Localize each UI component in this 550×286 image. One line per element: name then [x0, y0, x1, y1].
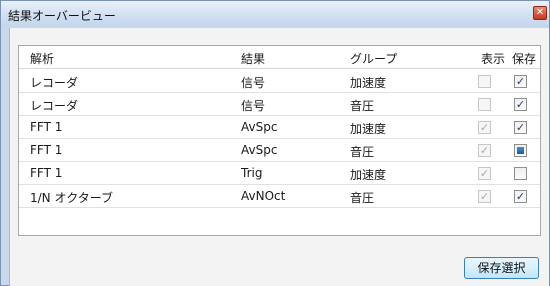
- cell-group: 音圧: [350, 191, 375, 205]
- check-icon: ✓: [515, 121, 526, 134]
- check-icon: ✓: [515, 75, 526, 88]
- table-row[interactable]: FFT 1 Trig 加速度 ✓: [19, 162, 540, 185]
- table-row[interactable]: レコーダ 信号 音圧 ✓: [19, 93, 540, 116]
- save-checkbox[interactable]: ✓: [514, 190, 527, 203]
- cell-group: 加速度: [350, 122, 387, 136]
- show-checkbox: [478, 98, 491, 111]
- cell-group: 音圧: [350, 99, 375, 113]
- cell-result: AvNOct: [241, 189, 286, 203]
- cell-result: AvSpc: [241, 120, 278, 134]
- save-checkbox[interactable]: ✓: [514, 75, 527, 88]
- cell-analysis: レコーダ: [30, 99, 79, 113]
- result-overview-window: 結果オーバービュー ✕ 解析 結果 グループ 表示 保存 レコーダ 信号 加速度 ✓ レ…: [0, 0, 550, 286]
- table-header-row: 解析 結果 グループ 表示 保存: [19, 46, 540, 69]
- column-header-save[interactable]: 保存: [512, 50, 536, 67]
- show-checkbox: ✓: [478, 144, 491, 157]
- save-checkbox[interactable]: ✓: [514, 98, 527, 111]
- results-table: 解析 結果 グループ 表示 保存 レコーダ 信号 加速度 ✓ レコーダ 信号 音圧 ✓ FFT …: [18, 45, 541, 236]
- save-checkbox[interactable]: ✓: [514, 121, 527, 134]
- column-header-result[interactable]: 結果: [241, 50, 265, 67]
- cell-analysis: 1/N オクターブ: [30, 191, 114, 205]
- cell-group: 音圧: [350, 145, 375, 159]
- cell-analysis: レコーダ: [30, 76, 79, 90]
- check-icon: ✓: [479, 167, 490, 180]
- cell-group: 加速度: [350, 168, 387, 182]
- show-checkbox: ✓: [478, 167, 491, 180]
- column-header-analysis[interactable]: 解析: [30, 50, 54, 67]
- table-row[interactable]: 1/N オクターブ AvNOct 音圧 ✓ ✓: [19, 185, 540, 208]
- cell-analysis: FFT 1: [30, 143, 63, 157]
- column-header-show[interactable]: 表示: [481, 50, 505, 67]
- show-checkbox: [478, 75, 491, 88]
- table-row[interactable]: レコーダ 信号 加速度 ✓: [19, 70, 540, 93]
- cell-result: AvSpc: [241, 143, 278, 157]
- table-row[interactable]: FFT 1 AvSpc 加速度 ✓ ✓: [19, 116, 540, 139]
- cell-result: 信号: [241, 99, 266, 113]
- check-icon: ✓: [479, 190, 490, 203]
- table-row[interactable]: FFT 1 AvSpc 音圧 ✓: [19, 139, 540, 162]
- title-bar[interactable]: 結果オーバービュー ✕: [1, 1, 549, 27]
- show-checkbox: ✓: [478, 121, 491, 134]
- check-icon: ✓: [479, 144, 490, 157]
- close-icon[interactable]: ✕: [533, 6, 547, 20]
- window-title: 結果オーバービュー: [8, 9, 116, 23]
- cell-group: 加速度: [350, 76, 387, 90]
- check-icon: ✓: [515, 98, 526, 111]
- save-checkbox[interactable]: [514, 144, 527, 157]
- cell-analysis: FFT 1: [30, 166, 63, 180]
- check-icon: ✓: [479, 121, 490, 134]
- check-icon: ✓: [515, 190, 526, 203]
- cell-result: 信号: [241, 76, 266, 90]
- cell-analysis: FFT 1: [30, 120, 63, 134]
- column-header-group[interactable]: グループ: [350, 50, 397, 67]
- save-selection-button[interactable]: 保存選択: [464, 257, 539, 279]
- cell-result: Trig: [241, 166, 263, 180]
- save-checkbox[interactable]: [514, 167, 527, 180]
- show-checkbox: ✓: [478, 190, 491, 203]
